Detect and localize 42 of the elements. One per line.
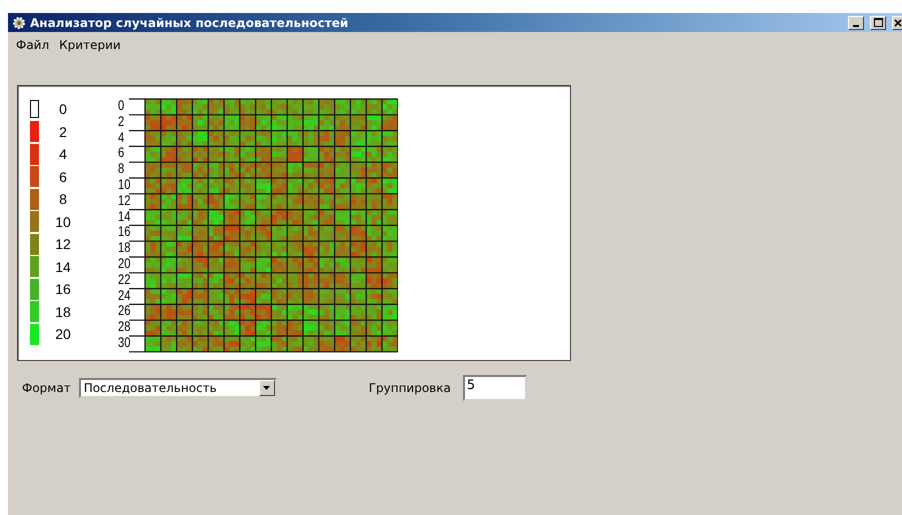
legend-label: 14 bbox=[54, 258, 72, 275]
legend-label: 10 bbox=[54, 214, 72, 230]
row-label: 24 bbox=[118, 288, 130, 304]
row-label: 20 bbox=[118, 256, 130, 272]
close-icon bbox=[894, 18, 902, 26]
row-label: 8 bbox=[118, 161, 126, 177]
dropdown-arrow-icon bbox=[263, 386, 270, 390]
grouping-label: Группировка bbox=[368, 381, 451, 395]
row-label: 16 bbox=[118, 224, 130, 240]
app-icon bbox=[12, 16, 26, 30]
row-label: 4 bbox=[118, 130, 126, 146]
menu-item[interactable]: Файл bbox=[16, 38, 50, 52]
maximize-button[interactable] bbox=[870, 16, 886, 30]
legend-label: 6 bbox=[58, 168, 68, 185]
format-dropdown[interactable]: Последовательность bbox=[78, 378, 277, 398]
row-label: 10 bbox=[118, 176, 130, 193]
window-title: Анализатор случайных последовательностей bbox=[30, 16, 348, 30]
row-label: 6 bbox=[118, 145, 126, 162]
grouping-field[interactable]: 5 bbox=[462, 375, 527, 401]
row-label: 0 bbox=[118, 98, 126, 114]
menu-item[interactable]: Критерии bbox=[59, 38, 121, 52]
close-button[interactable] bbox=[892, 16, 902, 30]
row-label: 2 bbox=[118, 114, 126, 130]
minimize-button[interactable] bbox=[848, 16, 864, 30]
maximize-icon bbox=[874, 18, 882, 27]
minimize-icon bbox=[853, 24, 859, 26]
row-label: 28 bbox=[118, 319, 130, 335]
legend-label: 18 bbox=[54, 304, 72, 320]
format-label: Формат bbox=[22, 381, 71, 395]
row-label: 14 bbox=[118, 208, 130, 224]
legend-label: 12 bbox=[54, 236, 72, 252]
legend-label: 8 bbox=[58, 191, 68, 208]
row-label: 30 bbox=[118, 334, 130, 351]
legend-label: 2 bbox=[58, 124, 68, 140]
row-label: 26 bbox=[118, 303, 130, 320]
row-label: 12 bbox=[118, 192, 130, 209]
row-label: 18 bbox=[118, 240, 130, 256]
legend-label: 16 bbox=[54, 281, 72, 298]
row-label: 22 bbox=[118, 272, 130, 288]
legend-label: 0 bbox=[58, 101, 68, 118]
legend-label: 20 bbox=[54, 326, 72, 342]
legend-label: 4 bbox=[58, 146, 68, 162]
